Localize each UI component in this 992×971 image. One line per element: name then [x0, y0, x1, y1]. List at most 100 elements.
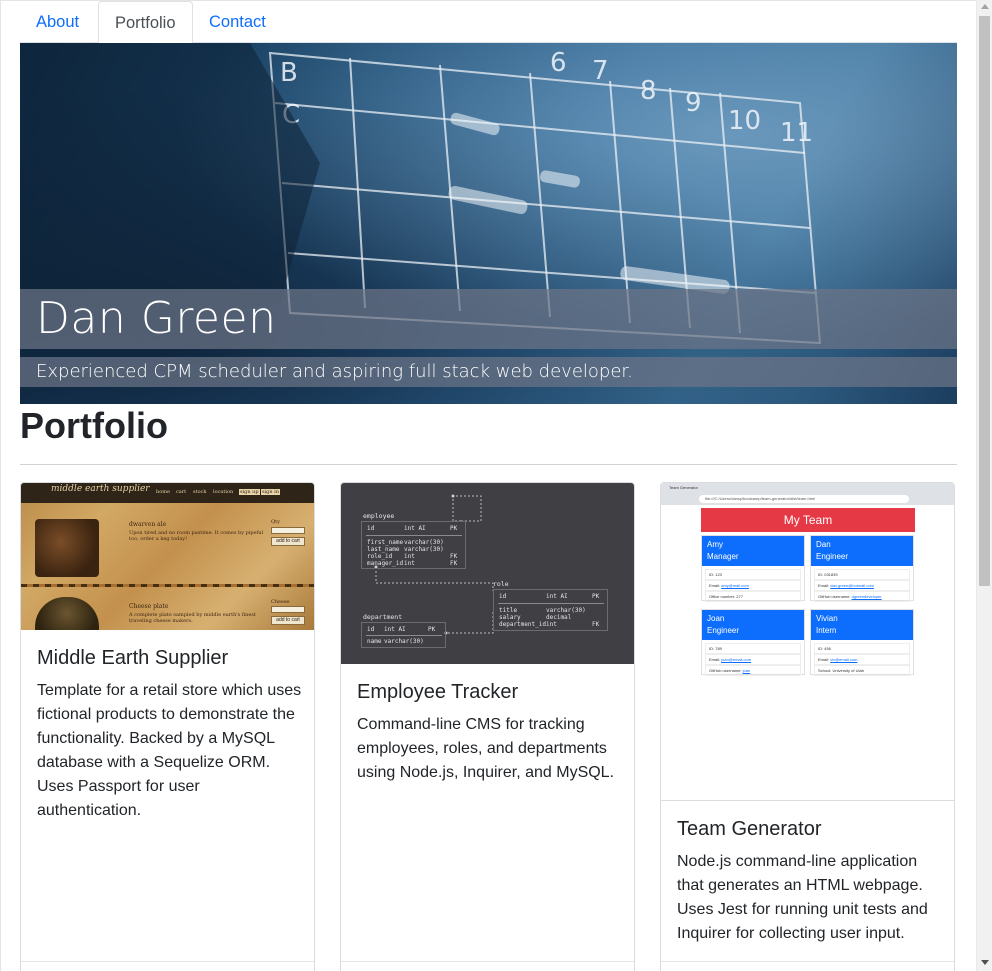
thumbnail-add-button: add to cart [271, 616, 305, 625]
er-table-department: id int AI PK name varchar(30) [361, 622, 446, 648]
er-table-employee: id int AI PK first_name varchar(30) last… [361, 521, 466, 569]
er-column-name: department_id [499, 621, 546, 628]
er-column-type: varchar(30) [546, 607, 586, 614]
er-column-key: PK [592, 593, 600, 600]
er-column-key: FK [450, 560, 458, 567]
hero-subtitle-band: Experienced CPM scheduler and aspiring f… [20, 357, 957, 387]
card-footer-divider [661, 961, 954, 962]
card-footer-divider [341, 961, 634, 962]
section-divider [20, 464, 957, 465]
scroll-up-arrow-icon[interactable] [981, 4, 989, 9]
er-column-type: varchar(30) [404, 546, 444, 553]
tab-contact[interactable]: Contact [193, 1, 282, 43]
er-column-key: FK [592, 621, 600, 628]
er-column-type: int AI [546, 593, 568, 600]
member-name: Vivian [816, 614, 838, 623]
er-column-type: decimal [546, 614, 572, 621]
thumbnail-qty-input [271, 606, 305, 613]
team-member-card: Vivian Intern ID: 456 Email: viv@email.co… [810, 609, 914, 676]
project-title[interactable]: Middle Earth Supplier [37, 647, 228, 670]
er-column-name: first_name [367, 539, 404, 546]
er-column-name: manager_id [367, 560, 404, 567]
member-name: Joan [707, 614, 725, 623]
er-column-key: PK [428, 626, 436, 633]
project-title[interactable]: Employee Tracker [357, 681, 518, 704]
er-separator [366, 535, 462, 536]
mug-image [35, 519, 99, 577]
er-column-type: int [546, 621, 557, 628]
member-extra-label: GitHub username: [709, 668, 742, 673]
er-column-name: id [367, 626, 375, 633]
team-member-card: Amy Manager ID: 123 Email: amy@mail.com O… [701, 535, 805, 602]
er-column-key: FK [450, 553, 458, 560]
member-extra-label: School: [818, 668, 832, 673]
er-column-key: PK [450, 525, 458, 532]
thumbnail-item-name: Cheese plate [129, 603, 169, 610]
hero-title-band: Dan Green [20, 289, 957, 349]
scroll-down-arrow-icon[interactable] [981, 960, 989, 965]
member-name: Dan [816, 540, 831, 549]
project-thumbnail[interactable]: employee id int AI PK first_name varchar… [341, 483, 634, 664]
thumbnail-nav-item: sign up [239, 489, 260, 495]
tab-about[interactable]: About [20, 1, 95, 43]
member-id: ID: 031839 [814, 569, 910, 580]
member-email: joan@email.com [721, 657, 752, 662]
calendar-grid-overlay: 6 7 8 9 10 11 B C [20, 43, 822, 345]
project-card-middle-earth[interactable]: middle earth supplier home cart stock lo… [20, 482, 315, 971]
member-id: ID: 123 [705, 569, 801, 580]
member-email: viv@email.com [830, 657, 858, 662]
nav-tabs: About Portfolio Contact [20, 1, 957, 44]
svg-text:7: 7 [592, 56, 609, 86]
er-table-name: department [363, 613, 403, 621]
svg-text:10: 10 [728, 106, 761, 136]
thumbnail-item-name: dwarven ale [129, 521, 167, 528]
team-banner: My Team [701, 508, 915, 532]
er-table-name: employee [363, 512, 395, 520]
er-column-name: id [499, 593, 507, 600]
er-column-type: varchar(30) [384, 638, 424, 645]
member-extra-value: joan [742, 668, 751, 673]
er-column-name: salary [499, 614, 521, 621]
er-column-name: id [367, 525, 375, 532]
vertical-scrollbar[interactable] [976, 0, 992, 971]
member-email: amy@mail.com [721, 583, 749, 588]
tab-portfolio[interactable]: Portfolio [98, 1, 193, 44]
svg-text:11: 11 [780, 118, 813, 148]
project-thumbnail[interactable]: Team Generator file:///C:/Users/dansy/bo… [661, 483, 954, 801]
thumbnail-qty-label: Cheese [271, 599, 290, 605]
project-description: Node.js command-line application that ge… [677, 853, 928, 942]
svg-text:B: B [280, 58, 298, 88]
er-column-type: varchar(30) [404, 539, 444, 546]
er-column-name: last_name [367, 546, 400, 553]
er-column-name: name [367, 638, 382, 645]
project-card-employee-tracker[interactable]: employee id int AI PK first_name varchar… [340, 482, 635, 971]
thumbnail-site-header: middle earth supplier home cart stock lo… [21, 483, 314, 503]
member-role: Engineer [707, 626, 740, 635]
thumbnail-nav-item: home [156, 489, 170, 495]
thumbnail-item-text: A complete plate sampled by middle earth… [129, 612, 256, 624]
member-name: Amy [707, 540, 723, 549]
card-footer-divider [21, 961, 314, 962]
team-member-card: Dan Engineer ID: 031839 Email: dan.green@… [810, 535, 914, 602]
svg-text:9: 9 [685, 88, 702, 118]
member-role: Intern [816, 626, 837, 635]
project-card-team-generator[interactable]: Team Generator file:///C:/Users/dansy/bo… [660, 482, 955, 971]
browser-tab-title: Team Generator [669, 485, 698, 490]
section-title: Portfolio [20, 405, 168, 446]
browser-chrome: Team Generator file:///C:/Users/dansy/bo… [661, 483, 954, 505]
member-extra-label: GitHub username: [818, 594, 851, 599]
thumbnail-qty-label: Qty [271, 519, 280, 525]
project-thumbnail[interactable]: middle earth supplier home cart stock lo… [21, 483, 314, 630]
thumbnail-qty-input [271, 527, 305, 534]
project-description: Template for a retail store which uses f… [37, 682, 302, 819]
thumbnail-item-text: Upon tired and no room pastime. It comes… [129, 530, 264, 542]
project-title[interactable]: Team Generator [677, 818, 822, 841]
team-member-card: Joan Engineer ID: 789 Email: joan@email.c… [701, 609, 805, 676]
svg-text:6: 6 [550, 48, 567, 78]
hero-banner: 6 7 8 9 10 11 B C Dan Green Experienced … [20, 43, 957, 404]
member-email: dan.green@hotmail.com [830, 583, 874, 588]
thumbnail-nav-item: stock [193, 489, 207, 495]
member-extra-label: Office number: [709, 594, 736, 599]
browser-page: My Team Amy Manager ID: 123 Email: amy@ma… [661, 505, 954, 800]
scrollbar-thumb[interactable] [979, 16, 990, 586]
